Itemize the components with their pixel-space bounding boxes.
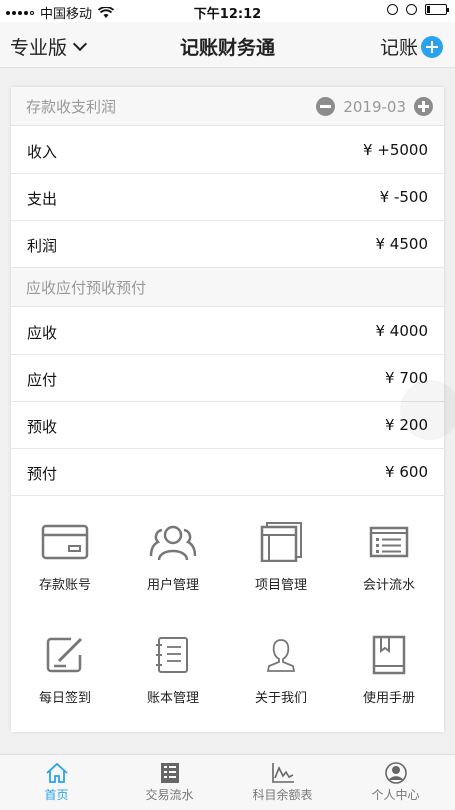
expense-row[interactable]: 支出 ¥ -500 xyxy=(11,174,444,221)
row-value: ¥ +5000 xyxy=(362,141,428,159)
prepaid-row[interactable]: 预付 ¥ 600 xyxy=(11,449,444,496)
deposit-section-title: 存款收支利润 xyxy=(26,98,117,116)
manual-icon xyxy=(372,635,406,675)
grid-label: 会计流水 xyxy=(362,578,415,593)
status-bar: 中国移动 下午12:12 xyxy=(0,0,455,22)
record-label: 记账 xyxy=(379,37,418,59)
main-card: 存款收支利润 2019-03 收入 ¥ +5000 支出 ¥ -500 利润 ¥… xyxy=(11,87,444,732)
grid-label: 关于我们 xyxy=(254,691,307,706)
grid-item-deposit-account[interactable]: 存款账号 xyxy=(11,522,119,622)
profile-icon xyxy=(384,762,407,784)
project-icon xyxy=(260,522,302,562)
row-label: 应收 xyxy=(27,324,58,342)
grid-item-accounting-journal[interactable]: 会计流水 xyxy=(335,522,443,622)
tab-label: 科目余额表 xyxy=(252,788,313,802)
rotation-lock-icon xyxy=(387,4,398,15)
record-button[interactable]: 记账 xyxy=(380,33,443,60)
tab-profile[interactable]: 个人中心 xyxy=(339,755,452,810)
row-label: 收入 xyxy=(27,143,58,161)
grid-item-ledger-management[interactable]: 账本管理 xyxy=(119,635,227,735)
tab-bar: 首页 交易流水 科目余额表 个人中心 xyxy=(0,754,455,810)
row-label: 应付 xyxy=(27,371,58,389)
chevron-down-icon xyxy=(72,36,88,51)
notebook-icon xyxy=(156,637,188,673)
grid-item-about-us[interactable]: 关于我们 xyxy=(227,635,335,735)
grid-label: 使用手册 xyxy=(362,691,415,706)
users-icon xyxy=(149,525,197,561)
row-label: 预收 xyxy=(27,418,58,436)
status-right xyxy=(387,4,449,15)
chart-icon xyxy=(271,763,294,783)
prev-month-button[interactable] xyxy=(316,97,336,116)
grid-label: 项目管理 xyxy=(254,578,307,593)
row-value: ¥ -500 xyxy=(379,188,428,206)
floating-bubble[interactable] xyxy=(400,380,455,440)
grid-item-user-management[interactable]: 用户管理 xyxy=(119,522,227,622)
row-label: 利润 xyxy=(27,237,58,255)
grid-label: 存款账号 xyxy=(38,578,91,593)
nav-bar: 专业版 记账财务通 记账 xyxy=(0,22,455,68)
receivable-section-title: 应收应付预收预付 xyxy=(26,279,147,297)
grid-item-user-manual[interactable]: 使用手册 xyxy=(335,635,443,735)
grid-label: 账本管理 xyxy=(146,691,199,706)
person-icon xyxy=(266,639,296,672)
grid-label: 用户管理 xyxy=(146,578,199,593)
grid-item-daily-sign-in[interactable]: 每日签到 xyxy=(11,635,119,735)
receivable-row[interactable]: 应收 ¥ 4000 xyxy=(11,308,444,355)
month-label: 2019-03 xyxy=(343,97,406,116)
grid-label: 每日签到 xyxy=(38,691,91,706)
tab-home[interactable]: 首页 xyxy=(0,755,113,810)
payable-row[interactable]: 应付 ¥ 700 xyxy=(11,355,444,402)
home-icon xyxy=(45,762,68,783)
row-value: ¥ 4000 xyxy=(375,322,429,340)
profit-row[interactable]: 利润 ¥ 4500 xyxy=(11,221,444,268)
row-value: ¥ 4500 xyxy=(375,235,429,253)
grid-item-project-management[interactable]: 项目管理 xyxy=(227,522,335,622)
tab-transactions[interactable]: 交易流水 xyxy=(113,755,226,810)
income-row[interactable]: 收入 ¥ +5000 xyxy=(11,127,444,174)
month-control: 2019-03 xyxy=(316,97,433,116)
tab-account-balance[interactable]: 科目余额表 xyxy=(226,755,339,810)
edition-selector[interactable]: 专业版 xyxy=(10,33,88,60)
transactions-icon xyxy=(160,763,179,783)
receivable-section-header: 应收应付预收预付 xyxy=(11,268,444,307)
next-month-button[interactable] xyxy=(414,97,433,116)
card-icon xyxy=(41,524,89,560)
deposit-section-header: 存款收支利润 2019-03 xyxy=(11,87,444,126)
add-icon xyxy=(421,35,443,58)
alarm-icon xyxy=(406,4,417,15)
tab-label: 个人中心 xyxy=(371,788,420,802)
sign-in-icon xyxy=(46,637,83,673)
battery-icon xyxy=(425,4,449,15)
edition-label: 专业版 xyxy=(10,37,68,59)
row-value: ¥ 600 xyxy=(385,463,428,481)
advance-received-row[interactable]: 预收 ¥ 200 xyxy=(11,402,444,449)
row-label: 支出 xyxy=(27,190,58,208)
row-label: 预付 xyxy=(27,465,58,483)
tab-label: 交易流水 xyxy=(145,788,194,802)
ledger-icon xyxy=(369,526,409,558)
tab-label: 首页 xyxy=(44,788,69,802)
